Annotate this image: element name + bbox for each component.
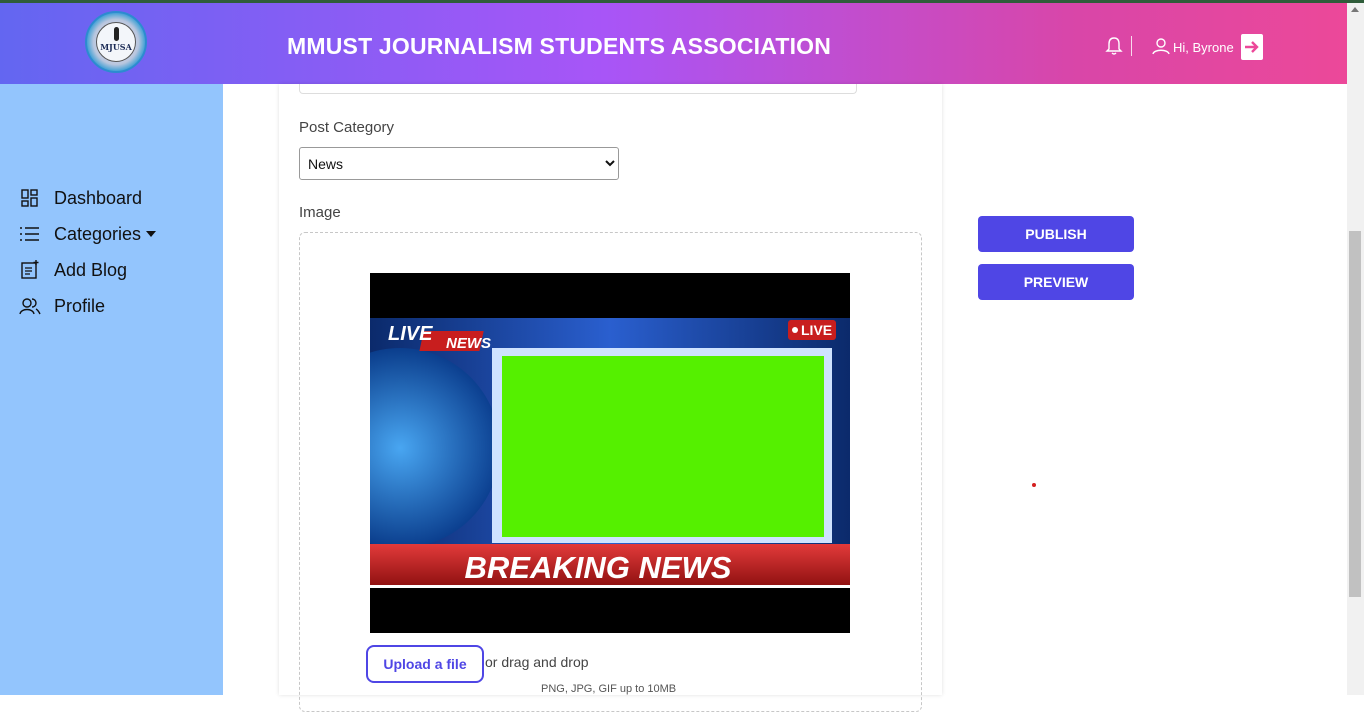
sidebar-item-add-blog[interactable]: Add Blog — [19, 258, 127, 282]
file-type-hint: PNG, JPG, GIF up to 10MB — [541, 683, 677, 695]
list-icon — [20, 227, 39, 241]
post-category-label: Post Category — [299, 119, 395, 136]
news-tag-text: NEWS — [446, 335, 491, 352]
sidebar: Dashboard Categories Add Blog Profile — [0, 84, 223, 695]
chevron-down-icon — [146, 231, 157, 237]
site-title: MMUST JOURNALISM STUDENTS ASSOCIATION — [287, 33, 832, 59]
logo-emblem: MJUSA — [96, 22, 136, 62]
top-header: MJUSA MMUST JOURNALISM STUDENTS ASSOCIAT… — [0, 3, 1347, 84]
scroll-up-arrow-icon[interactable] — [1351, 7, 1359, 12]
sidebar-item-dashboard[interactable]: Dashboard — [19, 186, 142, 210]
breaking-news-headline: BREAKING NEWS — [465, 550, 732, 585]
sidebar-item-profile[interactable]: Profile — [19, 294, 105, 318]
scrollbar-thumb[interactable] — [1349, 231, 1361, 597]
logout-button[interactable] — [1241, 34, 1263, 60]
sidebar-item-label: Profile — [54, 295, 106, 316]
live-badge-text: LIVE — [801, 322, 832, 338]
vertical-scrollbar[interactable] — [1347, 3, 1364, 695]
publish-button[interactable]: PUBLISH — [978, 216, 1134, 252]
drag-drop-text: or drag and drop — [485, 654, 589, 670]
logout-icon — [1245, 41, 1259, 53]
preview-button[interactable]: PREVIEW — [978, 264, 1134, 300]
image-label: Image — [299, 204, 341, 221]
dashboard-icon — [21, 189, 38, 207]
sidebar-item-label: Dashboard — [54, 187, 143, 208]
bell-icon[interactable] — [1105, 36, 1123, 56]
status-dot — [1032, 483, 1036, 487]
logo-text: MJUSA — [100, 42, 132, 52]
microphone-icon — [114, 27, 119, 41]
header-divider — [1131, 36, 1132, 56]
add-blog-icon — [21, 260, 39, 279]
sidebar-item-categories[interactable]: Categories — [19, 222, 157, 246]
uploaded-image-preview: LIVE NEWS LIVE BREAKING NEWS — [370, 273, 850, 633]
previous-field-edge[interactable] — [299, 84, 857, 94]
user-greeting[interactable]: Hi, Byrone — [1173, 40, 1234, 55]
user-icon[interactable] — [1152, 37, 1170, 55]
sidebar-item-label: Add Blog — [54, 259, 128, 280]
post-category-select[interactable]: News — [299, 147, 619, 180]
live-tag-text: LIVE — [388, 323, 433, 345]
sidebar-item-label: Categories — [54, 223, 142, 244]
users-icon — [19, 298, 41, 315]
association-logo[interactable]: MJUSA — [85, 11, 147, 73]
upload-file-button[interactable]: Upload a file — [366, 645, 484, 683]
